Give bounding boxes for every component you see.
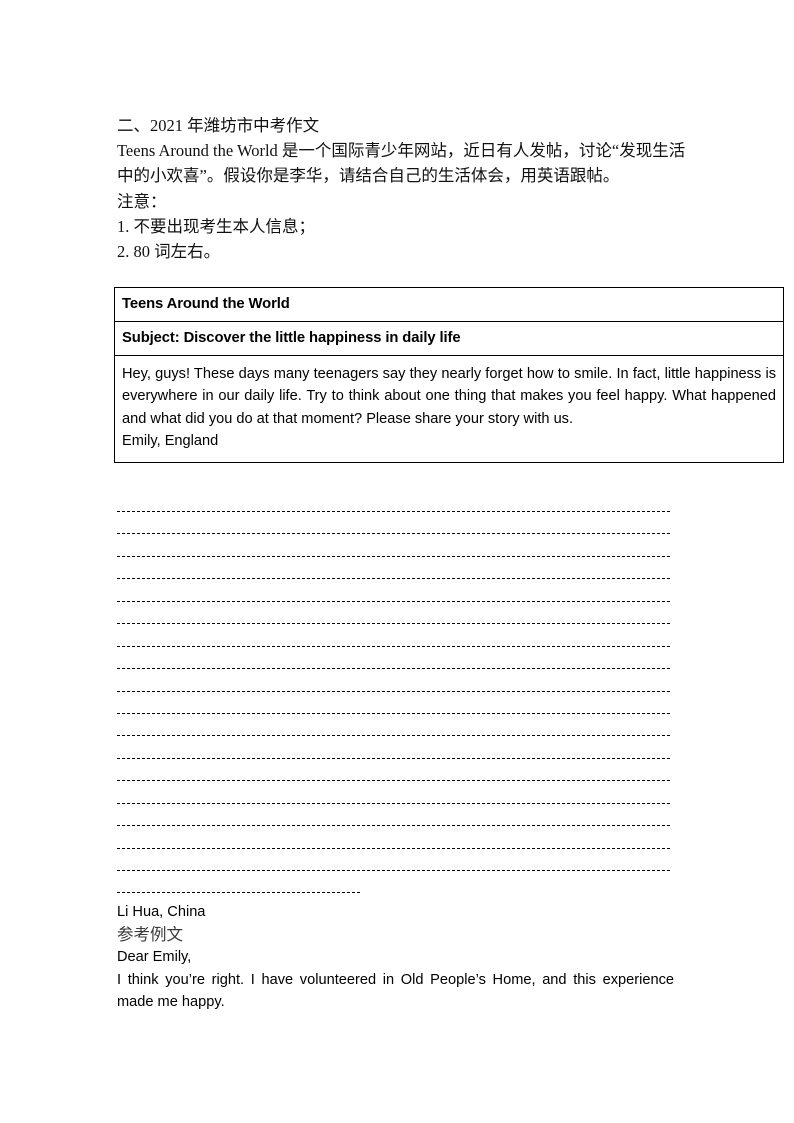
notes-label: 注意：: [117, 191, 167, 211]
answer-line: [117, 676, 787, 698]
table-row: Hey, guys! These days many teenagers say…: [115, 356, 783, 462]
answer-line: [117, 631, 787, 653]
answer-line: [117, 765, 787, 787]
answer-line-rule: [117, 623, 670, 625]
closing-signature: Li Hua, China: [117, 904, 206, 920]
note-item-2: 2. 80 词左右。: [117, 242, 221, 262]
answer-line: [117, 518, 787, 540]
sample-answer-text: I think you’re right. I have volunteered…: [117, 971, 674, 1011]
answer-line: [117, 608, 787, 630]
document-page: 二、2021 年潍坊市中考作文 Teens Around the World 是…: [0, 0, 794, 1123]
answer-line: [117, 720, 787, 742]
answer-line-rule: [117, 511, 670, 512]
closing-block: Li Hua, China 参考例文 Dear Emily, I think y…: [117, 901, 717, 1014]
post-signature: Emily, England: [122, 433, 219, 450]
answer-line-rule: [117, 825, 670, 827]
note-item-1: 1. 不要出现考生本人信息；: [117, 216, 315, 236]
table-row: Teens Around the World: [115, 288, 783, 322]
answer-line: [117, 496, 787, 518]
post-body-text: Hey, guys! These days many teenagers say…: [122, 366, 776, 427]
answer-line-rule: [117, 533, 670, 535]
sample-answer-label: 参考例文: [117, 925, 183, 945]
answer-line-rule: [117, 847, 670, 849]
prompt-block: 二、2021 年潍坊市中考作文 Teens Around the World 是…: [117, 113, 692, 264]
table-row: Subject: Discover the little happiness i…: [115, 322, 783, 356]
answer-line: [117, 855, 787, 877]
answer-line-rule: [117, 712, 670, 714]
answer-line: [117, 563, 787, 585]
answer-line: [117, 541, 787, 563]
answer-line-rule: [117, 690, 670, 692]
prompt-paragraph: Teens Around the World 是一个国际青少年网站，近日有人发帖…: [117, 141, 686, 186]
answer-line: [117, 743, 787, 765]
answer-line-rule: [117, 870, 670, 871]
answer-line-rule: [117, 780, 670, 782]
answer-line-partial: [117, 877, 787, 899]
answer-line-rule: [117, 600, 670, 602]
post-subject: Subject: Discover the little happiness i…: [122, 330, 461, 346]
post-body-cell: Hey, guys! These days many teenagers say…: [115, 356, 783, 462]
answer-line: [117, 698, 787, 720]
answer-line-rule: [117, 892, 360, 894]
answer-line-rule: [117, 668, 670, 670]
answer-line-rule: [117, 757, 670, 759]
sample-salutation: Dear Emily,: [117, 949, 192, 966]
answer-line-rule: [117, 645, 670, 647]
answer-line: [117, 653, 787, 675]
answer-line: [117, 810, 787, 832]
post-site-title: Teens Around the World: [122, 296, 290, 312]
section-heading: 二、2021 年潍坊市中考作文: [117, 116, 320, 135]
answer-line-rule: [117, 802, 670, 804]
document-content: 二、2021 年潍坊市中考作文 Teens Around the World 是…: [114, 113, 787, 1010]
answer-line: [117, 833, 787, 855]
answer-line: [117, 586, 787, 608]
answer-line-rule: [117, 555, 670, 557]
answer-ruled-lines: [117, 496, 787, 900]
answer-line: [117, 788, 787, 810]
forum-post-table: Teens Around the World Subject: Discover…: [114, 287, 784, 463]
answer-line-rule: [117, 578, 670, 580]
answer-line-rule: [117, 735, 670, 737]
